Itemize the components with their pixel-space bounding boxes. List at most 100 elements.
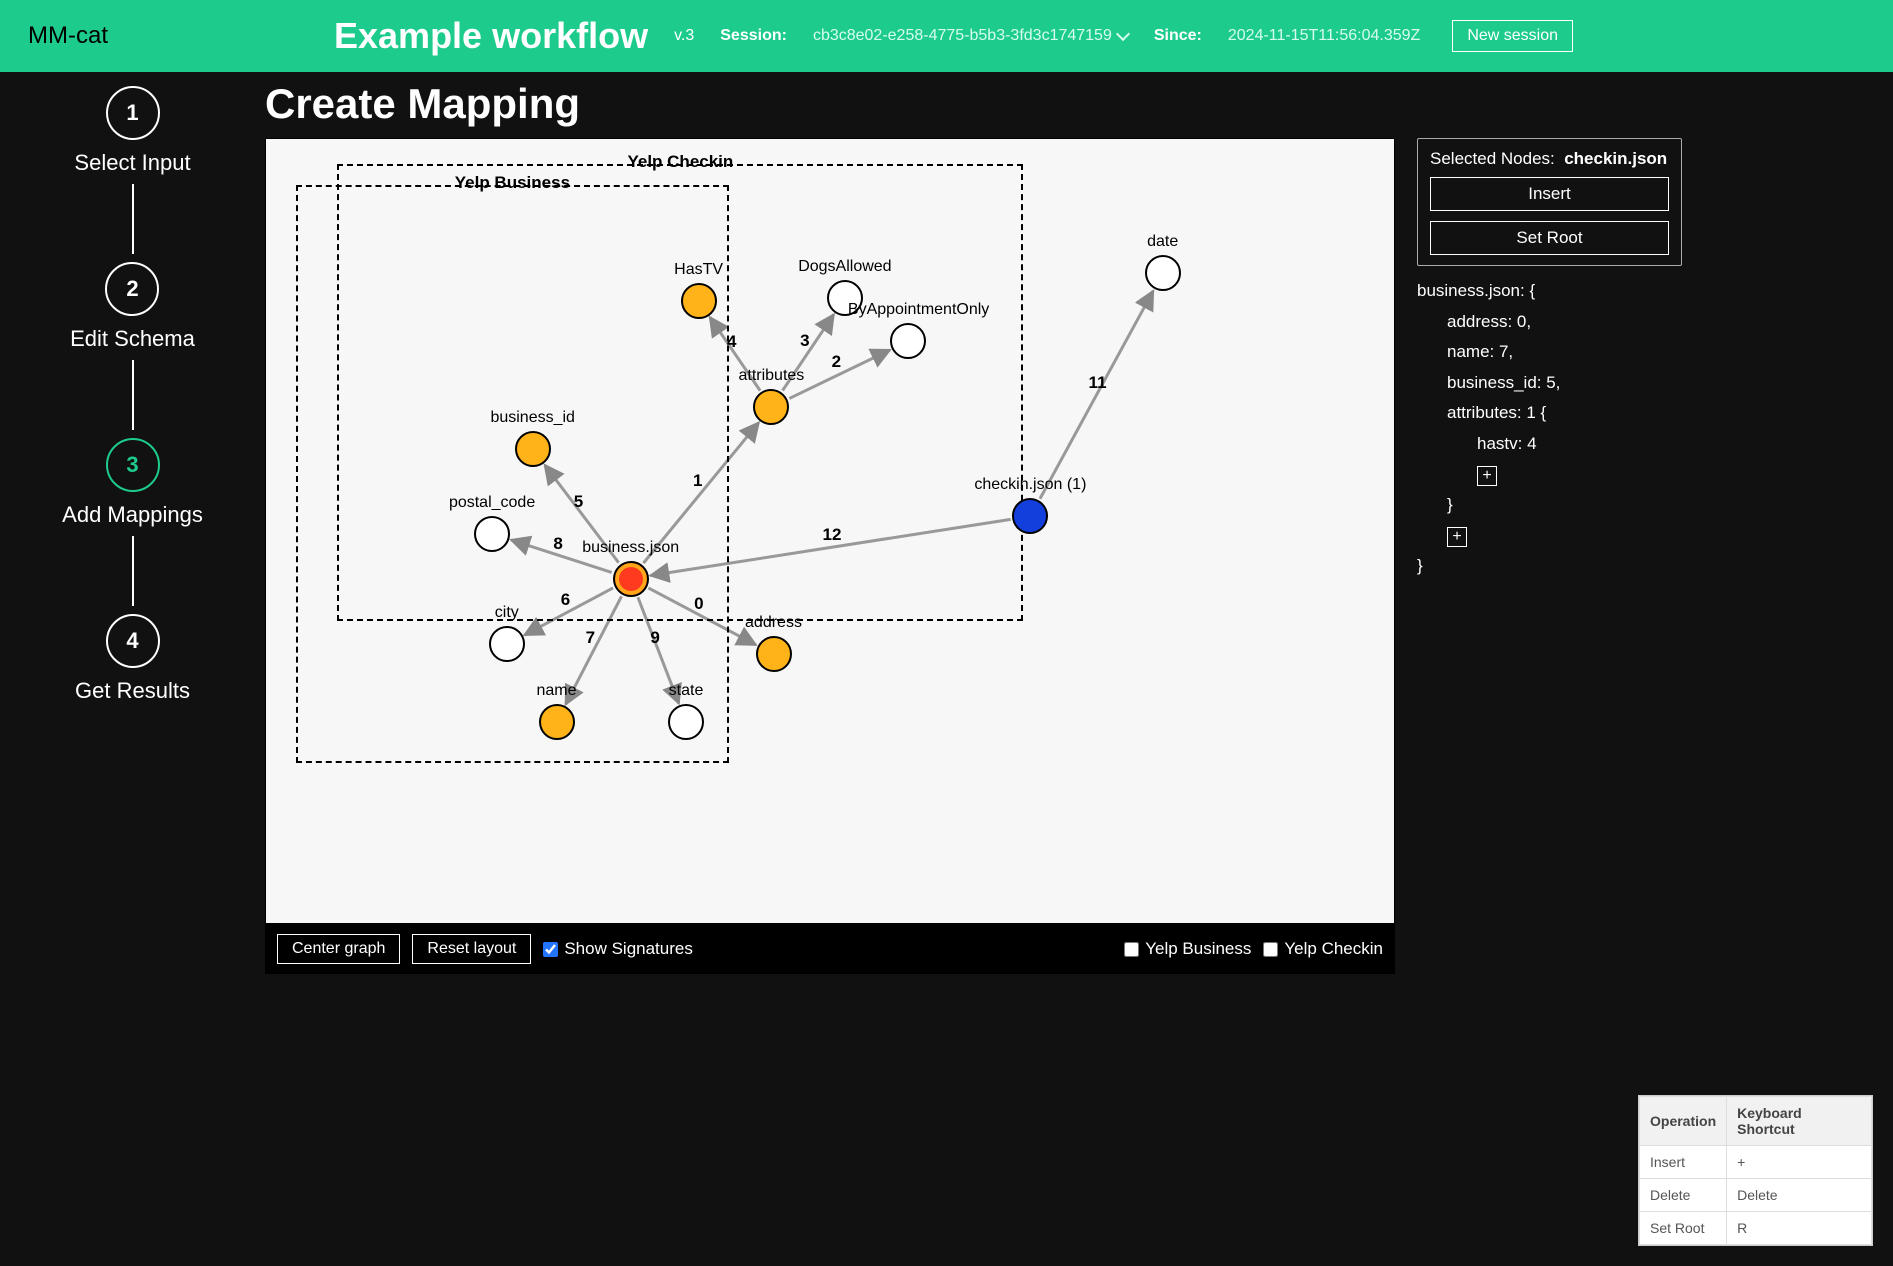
- tree-add-line: +: [1417, 460, 1682, 491]
- graph-node-HasTV[interactable]: [681, 283, 717, 319]
- step-label: Get Results: [75, 678, 190, 704]
- graph-node-name[interactable]: [539, 704, 575, 740]
- page-title: Create Mapping: [265, 80, 1893, 128]
- workflow-name: Example workflow: [334, 15, 648, 57]
- step-label: Select Input: [74, 150, 190, 176]
- mapping-tree: business.json: {address: 0,name: 7,busin…: [1417, 276, 1682, 582]
- graph-node-label: business.json: [571, 539, 691, 557]
- selected-nodes-box: Selected Nodes: checkin.json Insert Set …: [1417, 138, 1682, 266]
- filter-yelp-checkin[interactable]: Yelp Checkin: [1263, 939, 1383, 959]
- workflow-stepper: 1 Select Input 2 Edit Schema 3 Add Mapping…: [0, 72, 265, 974]
- shortcuts-header-op: Operation: [1640, 1097, 1727, 1146]
- since-value: 2024-11-15T11:56:04.359Z: [1228, 27, 1420, 45]
- tree-line: address: 0,: [1417, 307, 1682, 338]
- step-circle-icon: 3: [106, 438, 160, 492]
- session-id: cb3c8e02-e258-4775-b5b3-3fd3c1747159: [813, 27, 1112, 45]
- step-label: Edit Schema: [70, 326, 195, 352]
- graph-node-label: ByAppointmentOnly: [848, 301, 968, 319]
- show-signatures-label: Show Signatures: [564, 939, 693, 959]
- graph-node-date[interactable]: [1145, 255, 1181, 291]
- filter-yelp-business-checkbox[interactable]: [1124, 942, 1139, 957]
- shortcuts-panel: Operation Keyboard Shortcut Insert +Dele…: [1638, 1095, 1873, 1246]
- step-4[interactable]: 4 Get Results: [75, 614, 190, 704]
- edge-signature: 12: [823, 525, 842, 545]
- graph-node-postal_code[interactable]: [474, 516, 510, 552]
- shortcut-op: Delete: [1640, 1179, 1727, 1212]
- graph-node-business_id[interactable]: [515, 431, 551, 467]
- workflow-version: v.3: [674, 27, 694, 45]
- show-signatures-checkbox[interactable]: [543, 942, 558, 957]
- step-1[interactable]: 1 Select Input: [74, 86, 190, 176]
- step-3[interactable]: 3 Add Mappings: [62, 438, 203, 528]
- plus-icon[interactable]: +: [1447, 527, 1467, 547]
- plus-icon[interactable]: +: [1477, 466, 1497, 486]
- selected-nodes-value: checkin.json: [1564, 149, 1667, 168]
- graph-node-label: date: [1103, 233, 1223, 251]
- edge-signature: 5: [574, 492, 583, 512]
- side-panel: Selected Nodes: checkin.json Insert Set …: [1417, 138, 1682, 974]
- filter-yelp-checkin-checkbox[interactable]: [1263, 942, 1278, 957]
- app-logo: MM-cat: [28, 22, 108, 50]
- graph-node-label: state: [626, 682, 746, 700]
- graph-node-address[interactable]: [756, 636, 792, 672]
- graph-node-label: name: [497, 682, 617, 700]
- tree-add-line: +: [1417, 521, 1682, 552]
- tree-line: business_id: 5,: [1417, 368, 1682, 399]
- step-connector: [132, 184, 134, 254]
- tree-line: }: [1417, 490, 1682, 521]
- shortcut-key: R: [1727, 1212, 1872, 1245]
- edge-signature: 7: [586, 628, 595, 648]
- edge-signature: 8: [553, 534, 562, 554]
- graph-node-checkin_json[interactable]: [1012, 498, 1048, 534]
- step-label: Add Mappings: [62, 502, 203, 528]
- step-connector: [132, 536, 134, 606]
- since-label: Since:: [1154, 27, 1202, 45]
- show-signatures-toggle[interactable]: Show Signatures: [543, 939, 693, 959]
- graph-toolbar: Center graph Reset layout Show Signature…: [265, 924, 1395, 974]
- reset-layout-button[interactable]: Reset layout: [412, 934, 531, 964]
- step-circle-icon: 1: [106, 86, 160, 140]
- shortcut-op: Insert: [1640, 1146, 1727, 1179]
- edge-signature: 9: [650, 628, 659, 648]
- shortcut-key: +: [1727, 1146, 1872, 1179]
- shortcut-row: Set Root R: [1640, 1212, 1872, 1245]
- session-label: Session:: [720, 27, 787, 45]
- group-box-label: Yelp Business: [298, 173, 727, 193]
- step-circle-icon: 4: [106, 614, 160, 668]
- tree-line: name: 7,: [1417, 337, 1682, 368]
- insert-button[interactable]: Insert: [1430, 177, 1669, 211]
- session-dropdown[interactable]: cb3c8e02-e258-4775-b5b3-3fd3c1747159: [813, 27, 1128, 45]
- edge-signature: 6: [561, 590, 570, 610]
- center-graph-button[interactable]: Center graph: [277, 934, 400, 964]
- graph-node-city[interactable]: [489, 626, 525, 662]
- shortcut-row: Insert +: [1640, 1146, 1872, 1179]
- step-circle-icon: 2: [105, 262, 159, 316]
- graph-node-label: city: [447, 604, 567, 622]
- filter-yelp-business[interactable]: Yelp Business: [1124, 939, 1251, 959]
- tree-root: business.json: {: [1417, 276, 1682, 307]
- step-connector: [132, 360, 134, 430]
- graph-node-label: DogsAllowed: [785, 258, 905, 276]
- group-box-label: Yelp Checkin: [339, 152, 1021, 172]
- edge-signature: 1: [693, 471, 702, 491]
- edge-signature: 0: [694, 594, 703, 614]
- tree-line: attributes: 1 {: [1417, 398, 1682, 429]
- shortcuts-header-key: Keyboard Shortcut: [1727, 1097, 1872, 1146]
- shortcut-key: Delete: [1727, 1179, 1872, 1212]
- graph-canvas[interactable]: Yelp CheckinYelp Business business.json at…: [265, 138, 1395, 924]
- graph-node-label: business_id: [473, 409, 593, 427]
- graph-node-label: address: [714, 614, 834, 632]
- graph-node-state[interactable]: [668, 704, 704, 740]
- new-session-button[interactable]: New session: [1452, 20, 1573, 52]
- graph-node-business_json[interactable]: [613, 561, 649, 597]
- graph-node-label: attributes: [711, 367, 831, 385]
- graph-node-label: HasTV: [639, 261, 759, 279]
- shortcut-row: Delete Delete: [1640, 1179, 1872, 1212]
- graph-node-ByAppointmentOnly[interactable]: [890, 323, 926, 359]
- edge-signature: 11: [1089, 373, 1107, 393]
- graph-node-label: checkin.json (1): [970, 476, 1090, 494]
- set-root-button[interactable]: Set Root: [1430, 221, 1669, 255]
- step-2[interactable]: 2 Edit Schema: [70, 262, 195, 352]
- filter-yelp-checkin-label: Yelp Checkin: [1284, 939, 1383, 959]
- chevron-down-icon: [1116, 27, 1130, 41]
